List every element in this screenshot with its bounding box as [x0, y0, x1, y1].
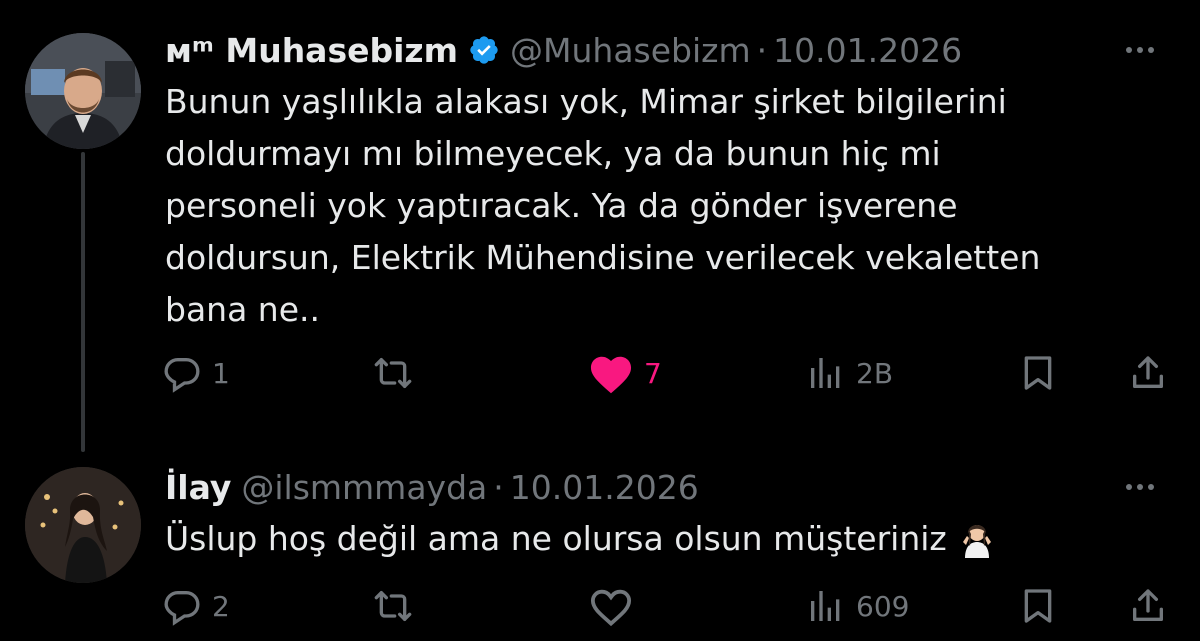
- tweet: ᴍᵐ Muhasebizm @Muhasebizm · 10.01.2026 B…: [0, 0, 1200, 445]
- display-name[interactable]: İlay: [165, 468, 231, 507]
- avatar-photo-woman: [25, 467, 141, 583]
- like-button[interactable]: 7: [588, 348, 662, 398]
- views-button[interactable]: 609: [806, 581, 909, 631]
- heart-filled-icon: [590, 356, 632, 394]
- avatar-photo-man: [25, 33, 141, 149]
- share-button[interactable]: [1128, 581, 1168, 631]
- user-handle[interactable]: @Muhasebizm: [510, 31, 751, 70]
- like-button[interactable]: [588, 581, 644, 631]
- reply-button[interactable]: 2: [162, 581, 230, 631]
- views-button[interactable]: 2B: [806, 348, 893, 398]
- reply-count: 1: [212, 356, 230, 390]
- verified-badge-icon: [470, 36, 498, 64]
- avatar[interactable]: [25, 467, 141, 583]
- tweet-actions: 2 609: [0, 581, 1200, 631]
- share-button[interactable]: [1128, 348, 1168, 398]
- tweet-text: Bunun yaşlılıkla alakası yok, Mimar şirk…: [165, 82, 1041, 329]
- more-options-icon[interactable]: [1126, 47, 1154, 53]
- retweet-icon: [374, 358, 412, 388]
- separator-dot: ·: [493, 467, 504, 507]
- avatar[interactable]: [25, 33, 141, 149]
- tweet-date[interactable]: 10.01.2026: [510, 468, 699, 507]
- reply-count: 2: [212, 589, 230, 623]
- user-handle[interactable]: @ilsmmmayda: [241, 468, 487, 507]
- tweet-header: İlay @ilsmmmayda · 10.01.2026: [165, 465, 1180, 509]
- share-icon: [1133, 356, 1163, 388]
- person-shrugging-emoji-icon: [962, 525, 991, 558]
- tweet-text-container: Üslup hoş değil ama ne olursa olsun müşt…: [165, 513, 1140, 565]
- bookmark-button[interactable]: [1018, 581, 1058, 631]
- share-icon: [1133, 589, 1163, 621]
- bookmark-icon: [1024, 589, 1052, 623]
- tweet-date[interactable]: 10.01.2026: [773, 31, 962, 70]
- bookmark-icon: [1024, 356, 1052, 390]
- bookmark-button[interactable]: [1018, 348, 1058, 398]
- separator-dot: ·: [756, 30, 768, 70]
- tweet-text: Üslup hoş değil ama ne olursa olsun müşt…: [165, 519, 947, 558]
- tweet: İlay @ilsmmmayda · 10.01.2026 Üslup hoş …: [0, 445, 1200, 641]
- reply-icon: [164, 358, 200, 393]
- reply-button[interactable]: 1: [162, 348, 230, 398]
- reply-icon: [164, 591, 200, 626]
- more-options-icon[interactable]: [1126, 484, 1154, 490]
- views-count: 609: [856, 589, 910, 623]
- display-name[interactable]: ᴍᵐ Muhasebizm: [165, 31, 458, 70]
- like-count: 7: [644, 356, 662, 390]
- heart-outline-icon: [590, 589, 632, 627]
- retweet-icon: [374, 591, 412, 621]
- tweet-actions: 1 7 2B: [0, 348, 1200, 398]
- tweet-header: ᴍᵐ Muhasebizm @Muhasebizm · 10.01.2026: [165, 28, 1180, 72]
- views-chart-icon: [811, 358, 840, 388]
- retweet-button[interactable]: [372, 581, 424, 631]
- retweet-button[interactable]: [372, 348, 424, 398]
- views-count: 2B: [856, 356, 894, 390]
- views-chart-icon: [811, 591, 840, 621]
